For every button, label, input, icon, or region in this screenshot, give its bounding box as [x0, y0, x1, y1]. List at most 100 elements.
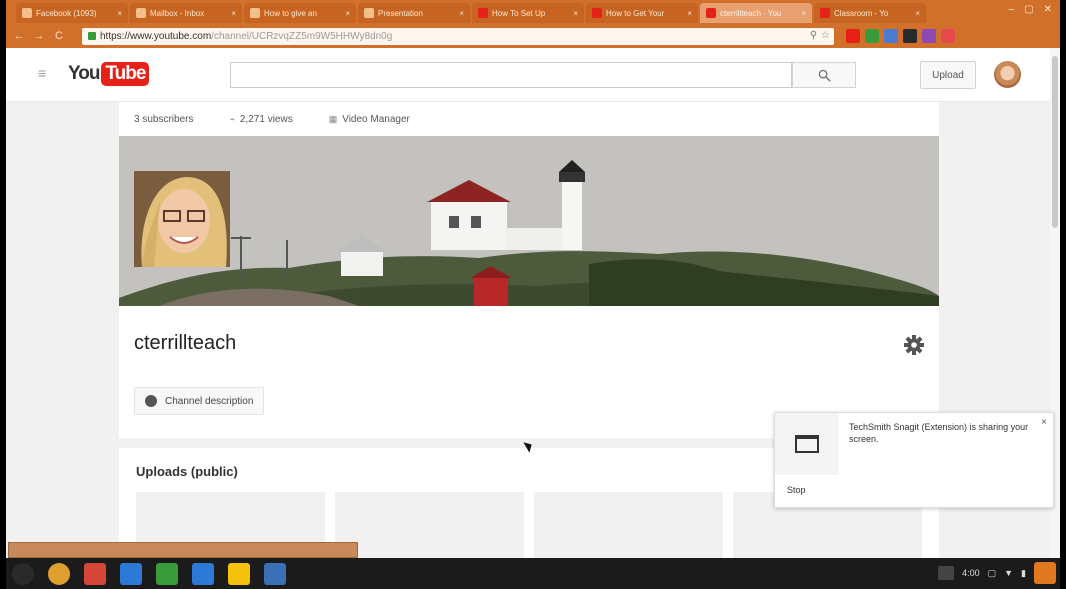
os-taskbar: 4:00 ▢ ▼ ▮ [6, 558, 1060, 589]
video-manager-icon: ▦ [328, 113, 338, 124]
docs-icon[interactable] [120, 562, 142, 585]
close-window-button[interactable]: ✕ [1044, 4, 1052, 15]
system-tray[interactable]: 4:00 ▢ ▼ ▮ [938, 562, 1056, 584]
channel-description-label: Channel description [165, 395, 254, 407]
tab-close-icon[interactable]: × [573, 9, 578, 18]
gear-icon[interactable] [903, 334, 925, 356]
tab-title: Classroom - Yo [834, 8, 889, 18]
url-text: https://www.youtube.com/channel/UCRzvqZZ… [100, 31, 392, 42]
tab-title: cterrillteach - You [720, 8, 782, 18]
extension-icon[interactable] [903, 29, 917, 43]
video-thumbnail[interactable] [534, 492, 723, 558]
channel-name: cterrillteach [134, 332, 237, 354]
view-count-text: 2,271 views [239, 113, 293, 125]
address-bar-icons: ⚲ ☆ [810, 30, 830, 41]
browser-tab[interactable]: cterrillteach - You × [700, 3, 812, 23]
tab-close-icon[interactable]: × [345, 9, 350, 18]
tab-favicon-icon [136, 8, 146, 18]
search-icon [818, 69, 831, 82]
lighthouse-banner-image [119, 136, 939, 306]
extension-icon[interactable] [884, 29, 898, 43]
tab-close-icon[interactable]: × [117, 9, 122, 18]
tab-title: Facebook (1093) [36, 8, 97, 18]
video-manager-link[interactable]: ▦ Video Manager [329, 114, 410, 125]
tab-close-icon[interactable]: × [459, 9, 464, 18]
wifi-icon: ▼ [1004, 568, 1014, 578]
tab-close-icon[interactable]: × [801, 9, 806, 18]
extension-icon[interactable] [941, 29, 955, 43]
browser-tab[interactable]: Mailbox - Inbox × [130, 3, 242, 23]
notification-alert-icon[interactable] [1034, 562, 1056, 584]
status-bubble [8, 542, 358, 558]
minimize-button[interactable]: – [1009, 4, 1015, 15]
browser-tab[interactable]: Facebook (1093) × [16, 3, 128, 23]
youtube-logo[interactable]: You Tube [68, 62, 150, 86]
logo-tube-text: Tube [101, 62, 150, 86]
tab-close-icon[interactable]: × [915, 9, 920, 18]
tab-favicon-icon [250, 8, 260, 18]
account-avatar[interactable] [994, 61, 1021, 88]
guide-menu-icon[interactable]: ≡ [38, 66, 52, 80]
tab-close-icon[interactable]: × [231, 9, 236, 18]
search-icon[interactable]: ⚲ [810, 30, 817, 41]
tab-title: How To Set Up [492, 8, 546, 18]
tab-strip: Facebook (1093) × Mailbox - Inbox × How to g… [6, 3, 1060, 23]
tab-title: How to Get Your [606, 8, 665, 18]
uploads-title: Uploads (public) [136, 464, 238, 479]
browser-tab[interactable]: How to give an × [244, 3, 356, 23]
channel-header: 3 subscribers ⌁ 2,271 views ▦ Video Manage… [119, 102, 939, 438]
back-button[interactable]: ← [12, 29, 26, 43]
notification-icon-area [775, 413, 839, 475]
launcher-icon[interactable] [12, 562, 34, 585]
tab-close-icon[interactable]: × [687, 9, 692, 18]
tab-title: Mailbox - Inbox [150, 8, 205, 18]
extension-icon[interactable] [846, 29, 860, 43]
taskbar-apps [12, 562, 286, 585]
keep-icon[interactable] [228, 562, 250, 585]
url-path: /channel/UCRzvqZZ5m9W5HHWy8dn0g [211, 30, 393, 42]
upload-button[interactable]: Upload [920, 61, 976, 89]
chrome-icon[interactable] [48, 562, 70, 585]
screen-share-icon [795, 435, 819, 453]
browser-tab[interactable]: Classroom - Yo × [814, 3, 926, 23]
profile-photo [134, 171, 230, 267]
browser-tab[interactable]: How To Set Up × [472, 3, 584, 23]
browser-toolbar: ← → C https://www.youtube.com/channel/UC… [6, 25, 1060, 47]
drive-icon[interactable] [192, 562, 214, 585]
tab-favicon-icon [364, 8, 374, 18]
channel-description-button[interactable]: Channel description [134, 387, 265, 415]
bookmark-star-icon[interactable]: ☆ [821, 30, 830, 41]
sheets-icon[interactable] [156, 562, 178, 585]
maximize-button[interactable]: ▢ [1024, 4, 1033, 15]
tab-favicon-icon [22, 8, 32, 18]
tray-indicator-icon [938, 566, 955, 580]
video-thumbnail[interactable] [335, 492, 524, 558]
tab-title: How to give an [264, 8, 317, 18]
address-bar[interactable]: https://www.youtube.com/channel/UCRzvqZZ… [82, 27, 834, 45]
tab-favicon-icon [706, 8, 716, 18]
lock-icon [88, 32, 96, 40]
stop-sharing-button[interactable]: Stop [787, 485, 806, 495]
search-button[interactable] [792, 62, 856, 88]
tab-title: Presentation [378, 8, 423, 18]
channel-avatar[interactable] [134, 171, 230, 267]
close-icon[interactable]: × [1041, 417, 1047, 428]
tab-favicon-icon [478, 8, 488, 18]
browser-chrome: Facebook (1093) × Mailbox - Inbox × How to g… [6, 0, 1060, 48]
window-icon: ▢ [987, 567, 997, 578]
search-input[interactable] [230, 62, 792, 88]
tab-favicon-icon [820, 8, 830, 18]
extension-icon[interactable] [922, 29, 936, 43]
scrollbar-thumb[interactable] [1052, 56, 1058, 228]
calendar-icon[interactable] [264, 562, 286, 585]
forward-button[interactable]: → [32, 29, 46, 43]
subscriber-count: 3 subscribers [134, 114, 193, 125]
channel-banner [119, 136, 939, 306]
browser-tab[interactable]: How to Get Your × [586, 3, 698, 23]
browser-tab[interactable]: Presentation × [358, 3, 470, 23]
extension-icon[interactable] [865, 29, 879, 43]
views-icon: ⌁ [229, 113, 235, 124]
url-host: https://www.youtube.com [100, 30, 212, 42]
gmail-icon[interactable] [84, 562, 106, 585]
reload-button[interactable]: C [52, 29, 66, 43]
